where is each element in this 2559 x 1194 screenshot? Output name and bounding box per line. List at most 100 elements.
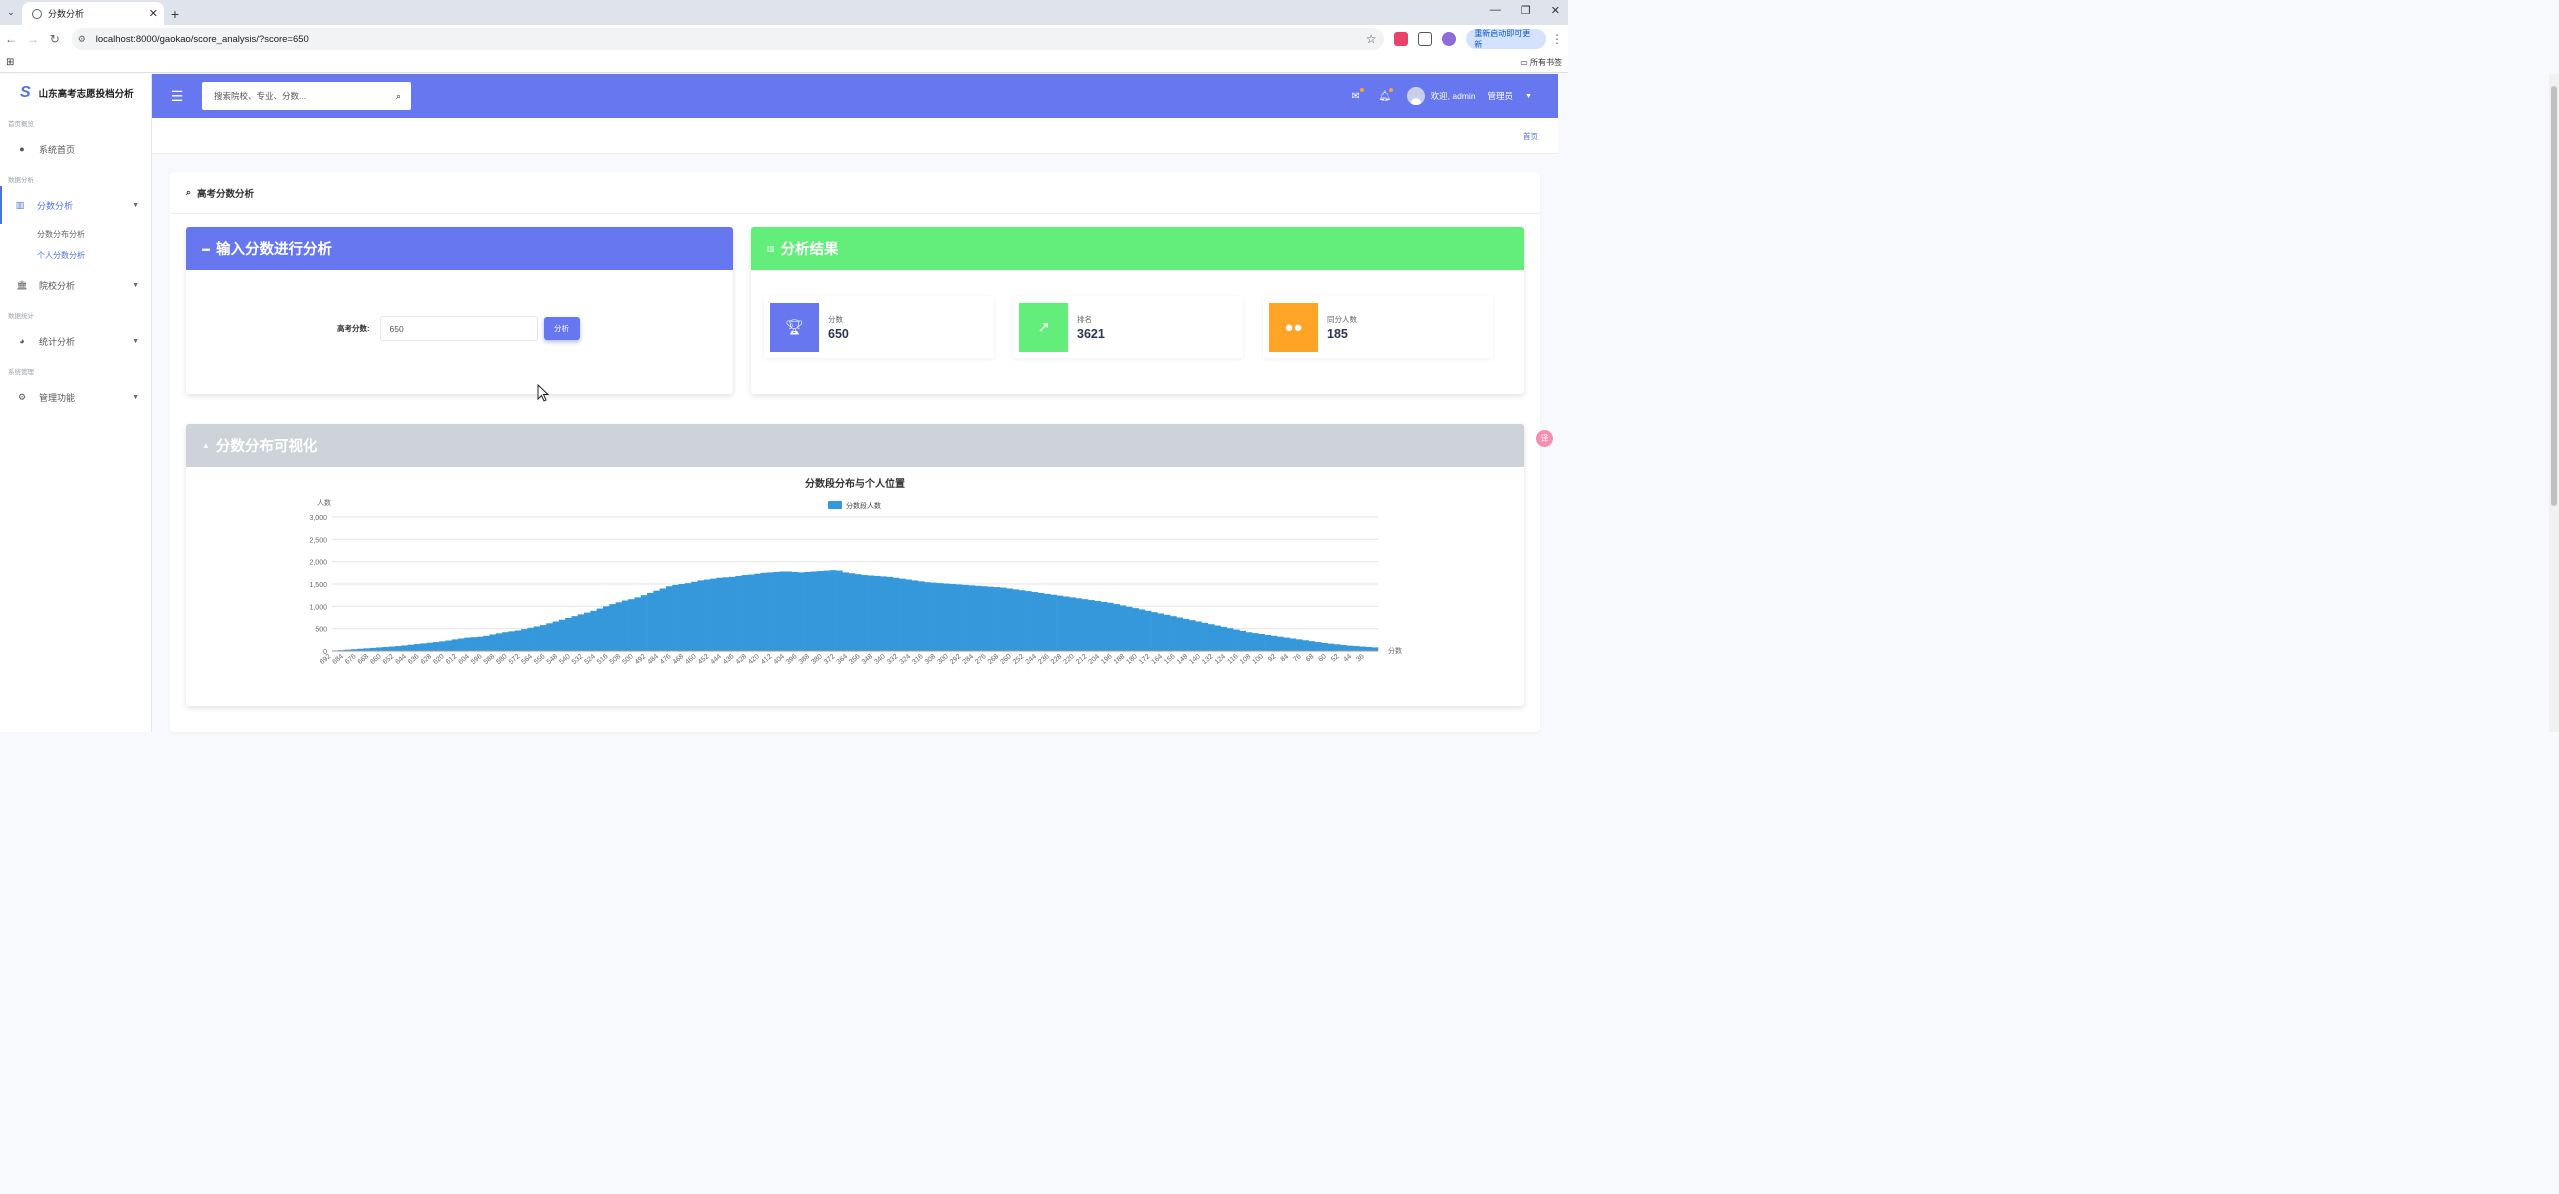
bar	[458, 638, 465, 651]
close-tab-icon[interactable]: ✕	[149, 7, 158, 20]
back-icon[interactable]: ←	[0, 32, 22, 46]
scrollbar-thumb[interactable]	[2551, 86, 2557, 506]
x-tick-label: 116	[1227, 653, 1240, 666]
bar	[1340, 644, 1347, 651]
bar	[401, 645, 408, 651]
bar	[1018, 590, 1026, 651]
profile-icon[interactable]	[1442, 32, 1457, 46]
search-icon[interactable]: ⌕	[396, 91, 401, 102]
page-title: ⌕ 高考分数分析	[170, 172, 1540, 214]
bell-icon[interactable]: 🔔︎	[1378, 88, 1393, 103]
x-tick-label: 548	[546, 653, 560, 666]
x-tick-label: 524	[583, 653, 597, 666]
sidebar-subitem-score-distribution[interactable]: 分数分布分析	[0, 224, 151, 245]
extension-icon[interactable]	[1394, 32, 1409, 46]
url-field[interactable]: ⚙ localhost:8000/gaokao/score_analysis/?…	[71, 28, 1385, 50]
tab-search-icon[interactable]: ⌄	[0, 0, 22, 25]
caret-down-icon[interactable]: ▼	[1525, 93, 1532, 100]
bar	[949, 584, 957, 651]
bar	[697, 580, 705, 651]
x-tick-label: 60	[1317, 653, 1328, 663]
bar	[1044, 593, 1051, 651]
bar	[773, 571, 780, 651]
distribution-chart: 分数段分布与个人位置分数段人数人数05001,0001,5002,0002,50…	[309, 477, 1402, 666]
avatar[interactable]	[1406, 87, 1425, 105]
sidebar-item-home[interactable]: ● 系统首页	[0, 130, 151, 168]
extensions-puzzle-icon[interactable]	[1418, 32, 1433, 46]
search-input[interactable]: 搜索院校、专业、分数... ⌕	[202, 82, 411, 110]
envelope-icon[interactable]: ✉	[1349, 88, 1364, 103]
chevron-down-icon: ▼	[132, 393, 139, 401]
bar	[1289, 638, 1297, 651]
sidebar-item-management[interactable]: ⚙ 管理功能 ▼	[0, 378, 151, 416]
bar	[439, 641, 446, 651]
welcome-text[interactable]: 欢迎, admin	[1431, 90, 1476, 102]
x-tick-label: 276	[974, 653, 988, 666]
globe-icon	[32, 8, 42, 19]
sidebar-item-statistics[interactable]: ◕ 统计分析 ▼	[0, 322, 151, 360]
x-tick-label: 556	[533, 653, 547, 666]
analyze-button[interactable]: 分析	[543, 317, 580, 340]
bar	[1207, 624, 1215, 651]
x-tick-label: 572	[508, 653, 522, 666]
bar	[981, 586, 988, 651]
x-tick-label: 668	[357, 653, 371, 666]
all-bookmarks-folder[interactable]: ▭ 所有书签	[1520, 57, 1562, 68]
page-scrollbar[interactable]	[2549, 74, 2559, 732]
bar	[848, 573, 856, 651]
x-tick-label: 492	[634, 653, 648, 666]
bar	[747, 574, 755, 651]
bar	[1270, 635, 1278, 651]
bar	[1182, 618, 1190, 651]
x-tick-label: 460	[684, 653, 698, 666]
browser-tab[interactable]: 分数分析 ✕	[22, 2, 164, 25]
x-tick-label: 260	[999, 653, 1013, 666]
brand[interactable]: S 山东高考志愿投档分析	[0, 74, 151, 112]
bar	[1239, 630, 1246, 651]
search-placeholder: 搜索院校、专业、分数...	[214, 91, 307, 101]
sidebar-item-label: 分数分析	[37, 200, 74, 211]
x-tick-label: 636	[407, 653, 421, 666]
score-input[interactable]: 650	[379, 316, 538, 341]
restore-icon[interactable]: ❐	[1521, 4, 1531, 17]
bar	[855, 574, 862, 651]
breadcrumb-home-link[interactable]: 首页	[1523, 131, 1538, 142]
bar	[968, 585, 976, 651]
sidebar-item-school-analysis[interactable]: 🏛 院校分析 ▼	[0, 266, 151, 304]
legend-label: 分数段人数	[846, 501, 881, 510]
x-tick-label: 596	[470, 653, 484, 666]
apps-grid-icon[interactable]: ⊞	[6, 57, 14, 68]
sidebar-item-label: 院校分析	[39, 280, 76, 291]
role-text[interactable]: 管理员	[1488, 90, 1514, 102]
bar	[1062, 596, 1070, 651]
bar	[470, 637, 478, 651]
hamburger-menu-icon[interactable]: ☰	[152, 88, 202, 105]
sidebar-item-score-analysis[interactable]: ▥ 分数分析 ▼	[0, 186, 151, 224]
x-tick-label: 300	[936, 653, 950, 666]
bar	[962, 584, 969, 651]
new-tab-button[interactable]: +	[164, 6, 186, 25]
x-tick-label: 292	[949, 653, 963, 666]
browser-menu-icon[interactable]: ⋮	[1546, 32, 1568, 46]
sidebar-subitem-personal-score[interactable]: 个人分数分析	[0, 245, 151, 266]
x-tick-label: 428	[735, 653, 749, 666]
bar	[653, 590, 660, 651]
x-tick-label: 308	[924, 653, 938, 666]
bar	[590, 610, 597, 651]
sidebar-item-label: 统计分析	[39, 336, 76, 347]
bar	[1214, 625, 1221, 651]
forward-icon[interactable]: →	[22, 32, 44, 46]
close-window-icon[interactable]: ✕	[1551, 4, 1560, 17]
site-info-icon[interactable]: ⚙	[78, 34, 90, 45]
bookmarks-bar: ⊞ ▭ 所有书签	[0, 53, 1568, 73]
x-tick-label: 268	[987, 653, 1001, 666]
translate-icon[interactable]: 译	[1536, 430, 1553, 447]
reload-icon[interactable]: ↻	[44, 32, 66, 46]
x-tick-label: 76	[1292, 653, 1303, 663]
minimize-icon[interactable]: —	[1490, 4, 1501, 17]
bar	[596, 608, 604, 651]
bar	[1031, 592, 1039, 651]
bar	[1251, 633, 1259, 651]
update-button[interactable]: 重新启动即可更新	[1466, 29, 1547, 49]
bookmark-star-icon[interactable]: ☆	[1366, 32, 1377, 46]
